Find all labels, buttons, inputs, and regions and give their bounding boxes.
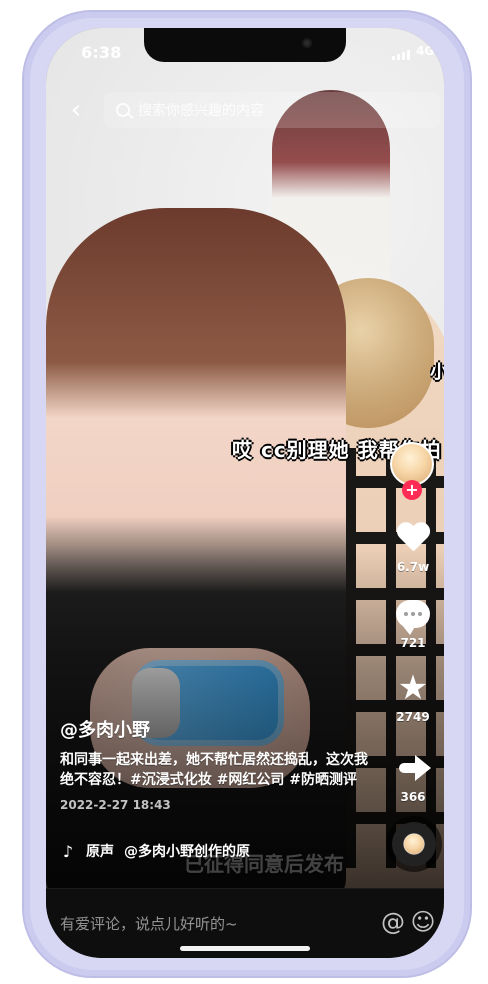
battery-icon bbox=[440, 46, 444, 57]
favorite-action[interactable]: ★ 2749 bbox=[382, 668, 444, 724]
comment-count: 721 bbox=[400, 636, 426, 650]
chevron-left-icon: ‹ bbox=[70, 95, 82, 125]
at-icon[interactable]: @ bbox=[378, 907, 408, 937]
search-icon bbox=[116, 103, 130, 117]
top-bar: ‹ 搜索你感兴趣的内容 bbox=[46, 86, 444, 134]
status-time: 6:38 bbox=[81, 43, 122, 62]
star-icon: ★ bbox=[397, 668, 429, 708]
music-note-icon: ♪ bbox=[62, 841, 74, 861]
share-action[interactable]: 366 bbox=[382, 748, 444, 804]
signal-icon bbox=[392, 48, 412, 60]
like-action[interactable]: 6.7w bbox=[382, 518, 444, 574]
comment-icon bbox=[393, 594, 433, 635]
search-placeholder: 搜索你感兴趣的内容 bbox=[138, 103, 264, 119]
music-disc[interactable] bbox=[392, 822, 436, 866]
network-label: 4G bbox=[416, 44, 435, 58]
home-indicator bbox=[180, 946, 310, 951]
video-side-caption: 小杰 bbox=[430, 362, 444, 383]
notch bbox=[144, 28, 346, 62]
like-count: 6.7w bbox=[396, 560, 430, 574]
music-label: 原声 bbox=[86, 844, 114, 860]
heart-icon bbox=[393, 518, 433, 558]
comment-input[interactable]: 有爱评论，说点儿好听的~ bbox=[60, 903, 368, 943]
comment-action[interactable]: 721 bbox=[382, 594, 444, 650]
comment-placeholder: 有爱评论，说点儿好听的~ bbox=[60, 914, 238, 933]
share-count: 366 bbox=[400, 790, 426, 804]
follow-button[interactable]: + bbox=[402, 480, 422, 500]
back-button[interactable]: ‹ bbox=[62, 95, 90, 125]
post-text: @多肉小野 和同事一起来出差，她不帮忙居然还捣乱，这次我绝不容忍！#沉浸式化妆 … bbox=[60, 716, 376, 812]
consent-watermark: 已征得同意后发布 bbox=[184, 852, 344, 876]
search-bar[interactable]: 搜索你感兴趣的内容 bbox=[104, 92, 440, 128]
status-bar: 6:38 4G bbox=[46, 28, 444, 82]
phone-screen: 哎 cc别理她 我帮你拍 小杰 6:38 4G ‹ 搜索你感兴趣的内容 + 6.… bbox=[46, 28, 444, 958]
post-description[interactable]: 和同事一起来出差，她不帮忙居然还捣乱，这次我绝不容忍！#沉浸式化妆 #网红公司 … bbox=[60, 750, 376, 790]
emoji-icon[interactable]: ☺ bbox=[408, 907, 438, 937]
author-name[interactable]: @多肉小野 bbox=[60, 716, 376, 742]
share-icon bbox=[393, 748, 433, 788]
favorite-count: 2749 bbox=[396, 710, 430, 724]
post-date: 2022-2-27 18:43 bbox=[60, 798, 171, 812]
front-camera bbox=[302, 38, 312, 48]
